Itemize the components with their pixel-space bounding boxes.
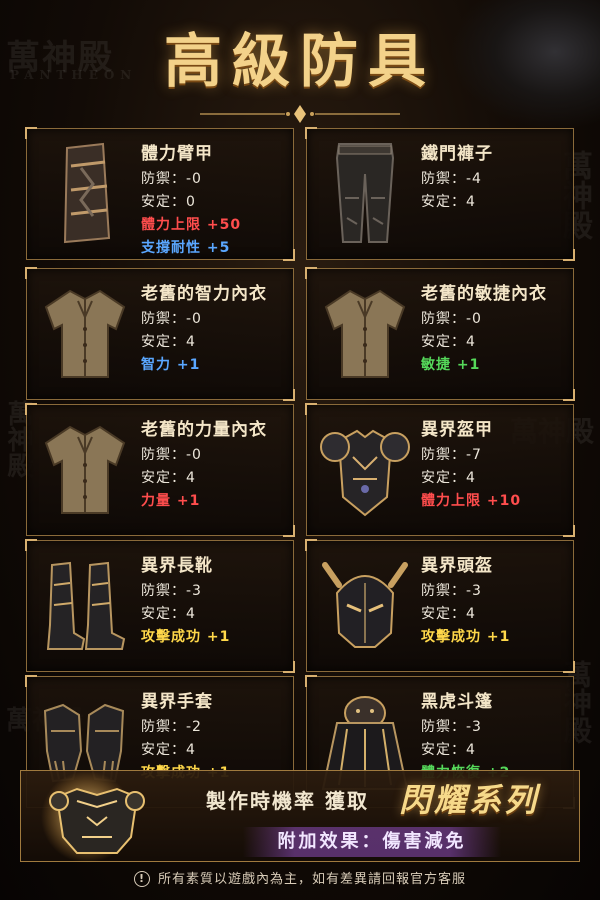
item-info: 老舊的敏捷內衣防禦：-0 安定：4 敏捷 +1	[417, 269, 547, 377]
item-stability-stat: 安定：4	[421, 470, 476, 486]
item-info: 異界盔甲防禦：-7 安定：4 體力上限 +10	[417, 405, 521, 513]
item-info: 體力臂甲防禦：-0 安定：0 體力上限 +50 支撐耐性 +5	[137, 129, 241, 260]
item-card: 老舊的智力內衣防禦：-0 安定：4 智力 +1	[25, 267, 295, 401]
item-defense-stat: 防禦：-7	[421, 447, 482, 463]
item-name: 異界盔甲	[421, 420, 493, 440]
item-card: 異界長靴防禦：-3 安定：4 攻擊成功 +1	[25, 539, 295, 673]
item-name: 老舊的敏捷內衣	[421, 284, 547, 304]
warning-icon: !	[133, 871, 150, 887]
item-stability-stat: 安定：4	[421, 742, 476, 758]
item-name: 黑虎斗篷	[421, 692, 493, 712]
banner-text: 製作時機率 獲取	[206, 789, 369, 813]
page-title: 高級防具	[163, 27, 436, 95]
item-info: 老舊的力量內衣防禦：-0 安定：4 力量 +1	[137, 405, 267, 513]
crafting-banner: 製作時機率 獲取 閃耀系列 附加效果：傷害減免	[20, 770, 580, 863]
item-defense-stat: 防禦：-0	[141, 311, 202, 327]
item-info: 異界長靴防禦：-3 安定：4 攻擊成功 +1	[137, 541, 230, 649]
item-name: 異界頭盔	[421, 556, 493, 576]
item-stability-stat: 安定：4	[141, 606, 196, 622]
item-stability-stat: 安定：0	[141, 194, 196, 210]
item-defense-stat: 防禦：-3	[141, 583, 202, 599]
banner-series-name: 閃耀系列	[399, 781, 540, 819]
item-defense-stat: 防禦：-2	[141, 719, 202, 735]
item-bonus: 攻擊成功 +1	[141, 629, 231, 645]
item-card: 老舊的力量內衣防禦：-0 安定：4 力量 +1	[25, 403, 295, 537]
item-name: 異界手套	[141, 692, 213, 712]
item-info: 老舊的智力內衣防禦：-0 安定：4 智力 +1	[137, 269, 267, 377]
item-bonus: 體力上限 +10	[421, 493, 522, 509]
item-defense-stat: 防禦：-3	[421, 719, 482, 735]
item-bonus: 智力 +1	[141, 357, 201, 373]
item-defense-stat: 防禦：-0	[141, 447, 202, 463]
item-card: 體力臂甲防禦：-0 安定：0 體力上限 +50 支撐耐性 +5	[25, 127, 295, 261]
item-bonus: 力量 +1	[141, 493, 201, 509]
item-card: 異界頭盔防禦：-3 安定：4 攻擊成功 +1	[305, 539, 575, 673]
item-bonus: 體力上限 +50	[141, 217, 242, 233]
footer-notice: ! 所有素質以遊戲內為主，如有差異請回報官方客服	[0, 868, 600, 887]
item-name: 鐵門褲子	[421, 144, 493, 164]
item-stability-stat: 安定：4	[141, 334, 196, 350]
item-defense-stat: 防禦：-3	[421, 583, 482, 599]
shirt-icon	[35, 409, 135, 529]
item-name: 體力臂甲	[141, 144, 213, 164]
item-stability-stat: 安定：4	[141, 742, 196, 758]
item-name: 老舊的力量內衣	[141, 420, 267, 440]
item-stability-stat: 安定：4	[421, 334, 476, 350]
armor-icon	[315, 409, 415, 529]
item-bonus: 敏捷 +1	[421, 357, 481, 373]
item-bonus: 支撐耐性 +5	[141, 240, 231, 256]
boots-icon	[35, 545, 135, 665]
item-defense-stat: 防禦：-0	[421, 311, 482, 327]
item-defense-stat: 防禦：-4	[421, 171, 482, 187]
item-defense-stat: 防禦：-0	[141, 171, 202, 187]
item-name: 異界長靴	[141, 556, 213, 576]
banner-effect: 附加效果：傷害減免	[243, 827, 501, 857]
item-bonus: 攻擊成功 +1	[421, 629, 511, 645]
shirt-icon	[35, 273, 135, 393]
bracer-icon	[35, 133, 135, 253]
helmet-icon	[315, 545, 415, 665]
item-stability-stat: 安定：4	[421, 194, 476, 210]
item-card: 鐵門褲子防禦：-4 安定：4	[305, 127, 575, 261]
title-ornament-icon	[200, 105, 400, 123]
item-info: 異界頭盔防禦：-3 安定：4 攻擊成功 +1	[417, 541, 510, 649]
shirt-icon	[315, 273, 415, 393]
item-info: 黑虎斗篷防禦：-3安定：4體力恢復 +2	[417, 677, 510, 785]
item-stability-stat: 安定：4	[141, 470, 196, 486]
item-info: 鐵門褲子防禦：-4 安定：4	[417, 129, 493, 214]
shining-armor-icon	[41, 771, 145, 863]
item-name: 老舊的智力內衣	[141, 284, 267, 304]
item-card: 異界盔甲防禦：-7 安定：4 體力上限 +10	[305, 403, 575, 537]
item-card: 老舊的敏捷內衣防禦：-0 安定：4 敏捷 +1	[305, 267, 575, 401]
pants-icon	[315, 133, 415, 253]
footer-text: 所有素質以遊戲內為主，如有差異請回報官方客服	[157, 872, 466, 887]
item-grid: 體力臂甲防禦：-0 安定：0 體力上限 +50 支撐耐性 +5 鐵門褲子防禦：-4 安定：…	[25, 127, 575, 809]
item-stability-stat: 安定：4	[421, 606, 476, 622]
